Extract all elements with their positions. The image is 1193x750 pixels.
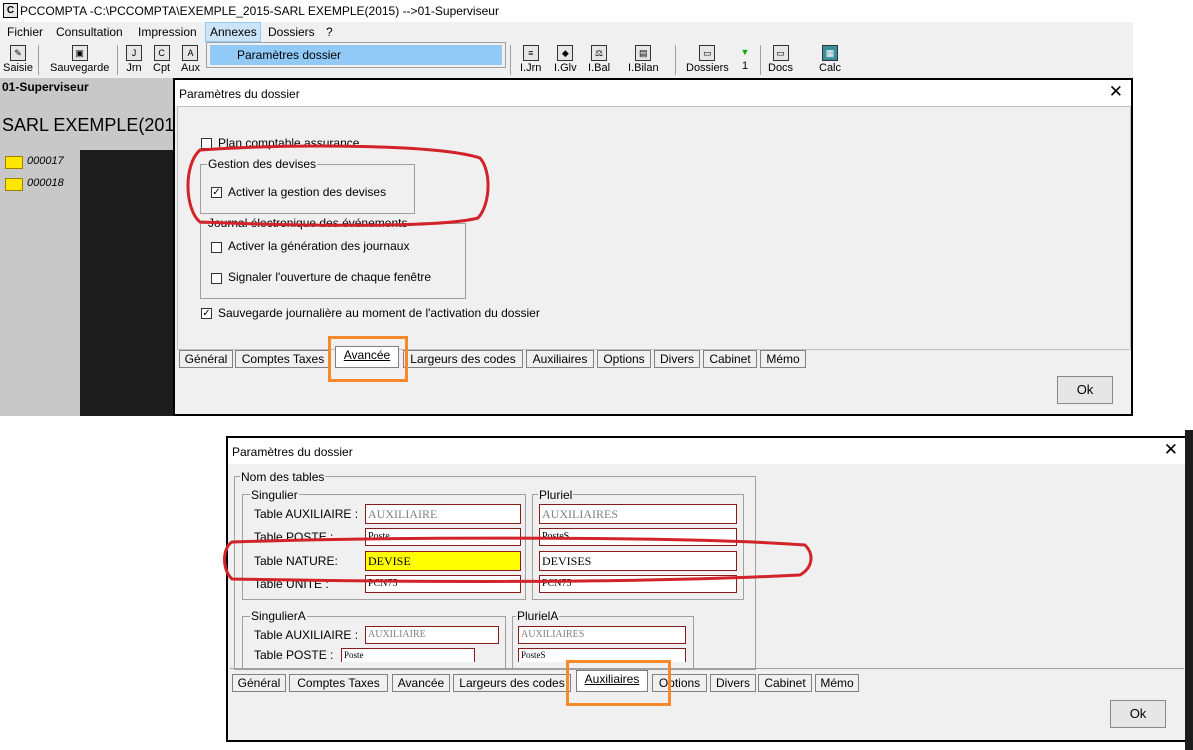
orange-highlight-auxiliaires [566,660,671,706]
red-annotation-layer [186,144,813,584]
red-ellipse-nature [223,536,813,584]
orange-highlight-avancee [328,336,408,382]
red-circle-devises [186,144,490,227]
